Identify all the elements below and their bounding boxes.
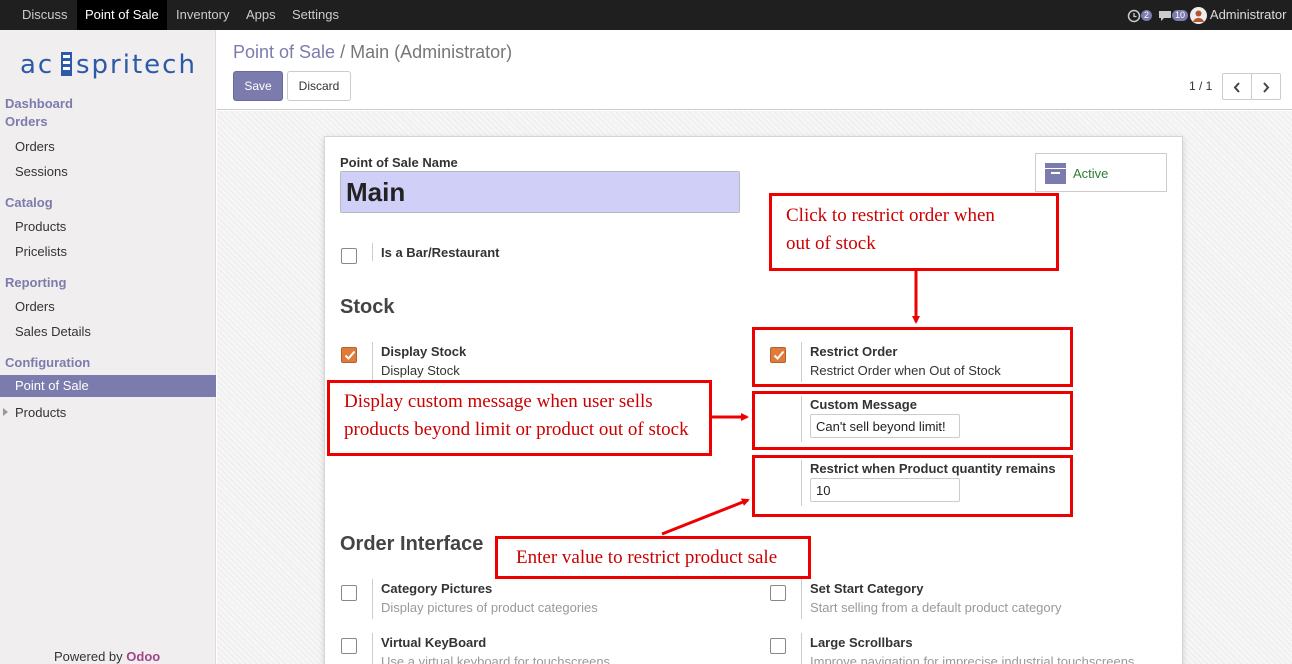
breadcrumb-parent[interactable]: Point of Sale [233, 42, 335, 62]
divider [801, 633, 802, 664]
chevron-right-icon [1263, 82, 1270, 93]
large-scrollbars-help: Improve navigation for imprecise industr… [810, 654, 1135, 664]
save-button[interactable]: Save [233, 71, 283, 101]
sidebar-item-sessions[interactable]: Sessions [15, 164, 68, 179]
pager-value: 1 / 1 [1189, 79, 1213, 93]
display-stock-checkbox[interactable] [341, 347, 357, 363]
discard-button[interactable]: Discard [287, 71, 351, 101]
activity-count-badge: 2 [1141, 10, 1153, 22]
user-name: Administrator [1209, 7, 1287, 22]
custom-message-highlight-box [752, 391, 1073, 450]
messages-button[interactable]: 10 [1158, 0, 1189, 30]
svg-text:spritech: spritech [76, 50, 197, 80]
pos-name-input[interactable]: Main [340, 171, 740, 213]
powered-by: Powered by Odoo [54, 649, 161, 664]
breadcrumb: Point of Sale / Main (Administrator) [233, 42, 512, 63]
virtual-keyboard-checkbox[interactable] [341, 638, 357, 654]
sidebar-section-catalog: Catalog [5, 195, 53, 210]
breadcrumb-separator: / [340, 42, 346, 62]
set-start-category-checkbox[interactable] [770, 585, 786, 601]
sidebar-item-pricelists[interactable]: Pricelists [15, 244, 67, 259]
is-bar-checkbox[interactable] [341, 248, 357, 264]
top-navbar: Discuss Point of Sale Inventory Apps Set… [0, 0, 1292, 30]
clock-icon [1127, 9, 1141, 22]
menu-apps[interactable]: Apps [238, 0, 284, 30]
pager-previous-button[interactable] [1222, 73, 1252, 100]
virtual-keyboard-label: Virtual KeyBoard [381, 635, 487, 650]
restrict-qty-highlight-box [752, 455, 1073, 517]
chevron-left-icon [1233, 82, 1240, 93]
sidebar-section-orders: Orders [5, 114, 48, 129]
category-pictures-help: Display pictures of product categories [381, 600, 598, 615]
virtual-keyboard-help: Use a virtual keyboard for touchscreens [381, 654, 611, 664]
callout-text: Enter value to restrict product sale [516, 547, 778, 568]
divider [372, 579, 373, 619]
set-start-category-help: Start selling from a default product cat… [810, 600, 1062, 615]
category-pictures-label: Category Pictures [381, 581, 493, 596]
menu-settings[interactable]: Settings [284, 0, 347, 30]
checkmark-icon [344, 350, 356, 360]
caret-right-icon [3, 408, 8, 416]
archive-icon [1045, 163, 1066, 184]
active-label: Active [1073, 166, 1109, 181]
large-scrollbars-label: Large Scrollbars [810, 635, 913, 650]
stock-section-title: Stock [340, 296, 395, 318]
sidebar-item-label: Point of Sale [15, 378, 89, 393]
control-panel: Point of Sale / Main (Administrator) Sav… [217, 30, 1292, 110]
divider [801, 579, 802, 619]
sidebar-item-point-of-sale[interactable]: Point of Sale [0, 375, 216, 397]
active-toggle-button[interactable]: Active [1035, 153, 1167, 192]
callout-text: out of stock [786, 233, 876, 254]
divider [372, 342, 373, 382]
sidebar-item-config-products[interactable]: Products [15, 405, 66, 420]
callout-text: Display custom message when user sells [344, 391, 653, 412]
sidebar-section-configuration: Configuration [5, 355, 91, 370]
sidebar-item-orders[interactable]: Orders [15, 139, 55, 154]
sidebar-item-sales-details[interactable]: Sales Details [15, 324, 91, 339]
restrict-qty-callout: Enter value to restrict product sale [495, 536, 811, 579]
display-stock-label: Display Stock [381, 344, 467, 359]
sidebar-item-report-orders[interactable]: Orders [15, 299, 55, 314]
large-scrollbars-checkbox[interactable] [770, 638, 786, 654]
menu-point-of-sale[interactable]: Point of Sale [77, 0, 167, 30]
category-pictures-checkbox[interactable] [341, 585, 357, 601]
user-menu[interactable]: Administrator [1190, 0, 1286, 30]
callout-text: Click to restrict order when [786, 205, 995, 226]
breadcrumb-current: Main (Administrator) [350, 42, 513, 62]
sidebar: ac spritech Dashboard Orders Orders Sess… [0, 30, 216, 664]
custom-message-callout: Display custom message when user sells p… [327, 380, 712, 456]
callout-text: products beyond limit or product out of … [344, 419, 689, 440]
set-start-category-label: Set Start Category [810, 581, 924, 596]
divider [372, 243, 373, 261]
order-interface-section-title: Order Interface [340, 533, 484, 555]
sidebar-item-products[interactable]: Products [15, 219, 66, 234]
sidebar-section-reporting: Reporting [5, 275, 67, 290]
pager-next-button[interactable] [1251, 73, 1281, 100]
menu-discuss[interactable]: Discuss [14, 0, 76, 30]
restrict-order-highlight-box [752, 327, 1073, 387]
sidebar-section-dashboard[interactable]: Dashboard [5, 96, 73, 111]
svg-text:ac: ac [20, 50, 54, 80]
avatar [1190, 7, 1207, 25]
menu-inventory[interactable]: Inventory [168, 0, 237, 30]
restrict-order-callout: Click to restrict order when out of stoc… [769, 193, 1059, 271]
pos-name-label: Point of Sale Name [340, 155, 458, 170]
company-logo: ac spritech [20, 50, 197, 80]
is-bar-label: Is a Bar/Restaurant [381, 245, 500, 260]
display-stock-help: Display Stock [381, 363, 460, 378]
activity-button[interactable]: 2 [1127, 0, 1153, 30]
divider [372, 633, 373, 664]
chat-bubble-icon [1159, 10, 1171, 21]
odoo-link[interactable]: Odoo [126, 649, 160, 664]
message-count-badge: 10 [1172, 10, 1189, 22]
